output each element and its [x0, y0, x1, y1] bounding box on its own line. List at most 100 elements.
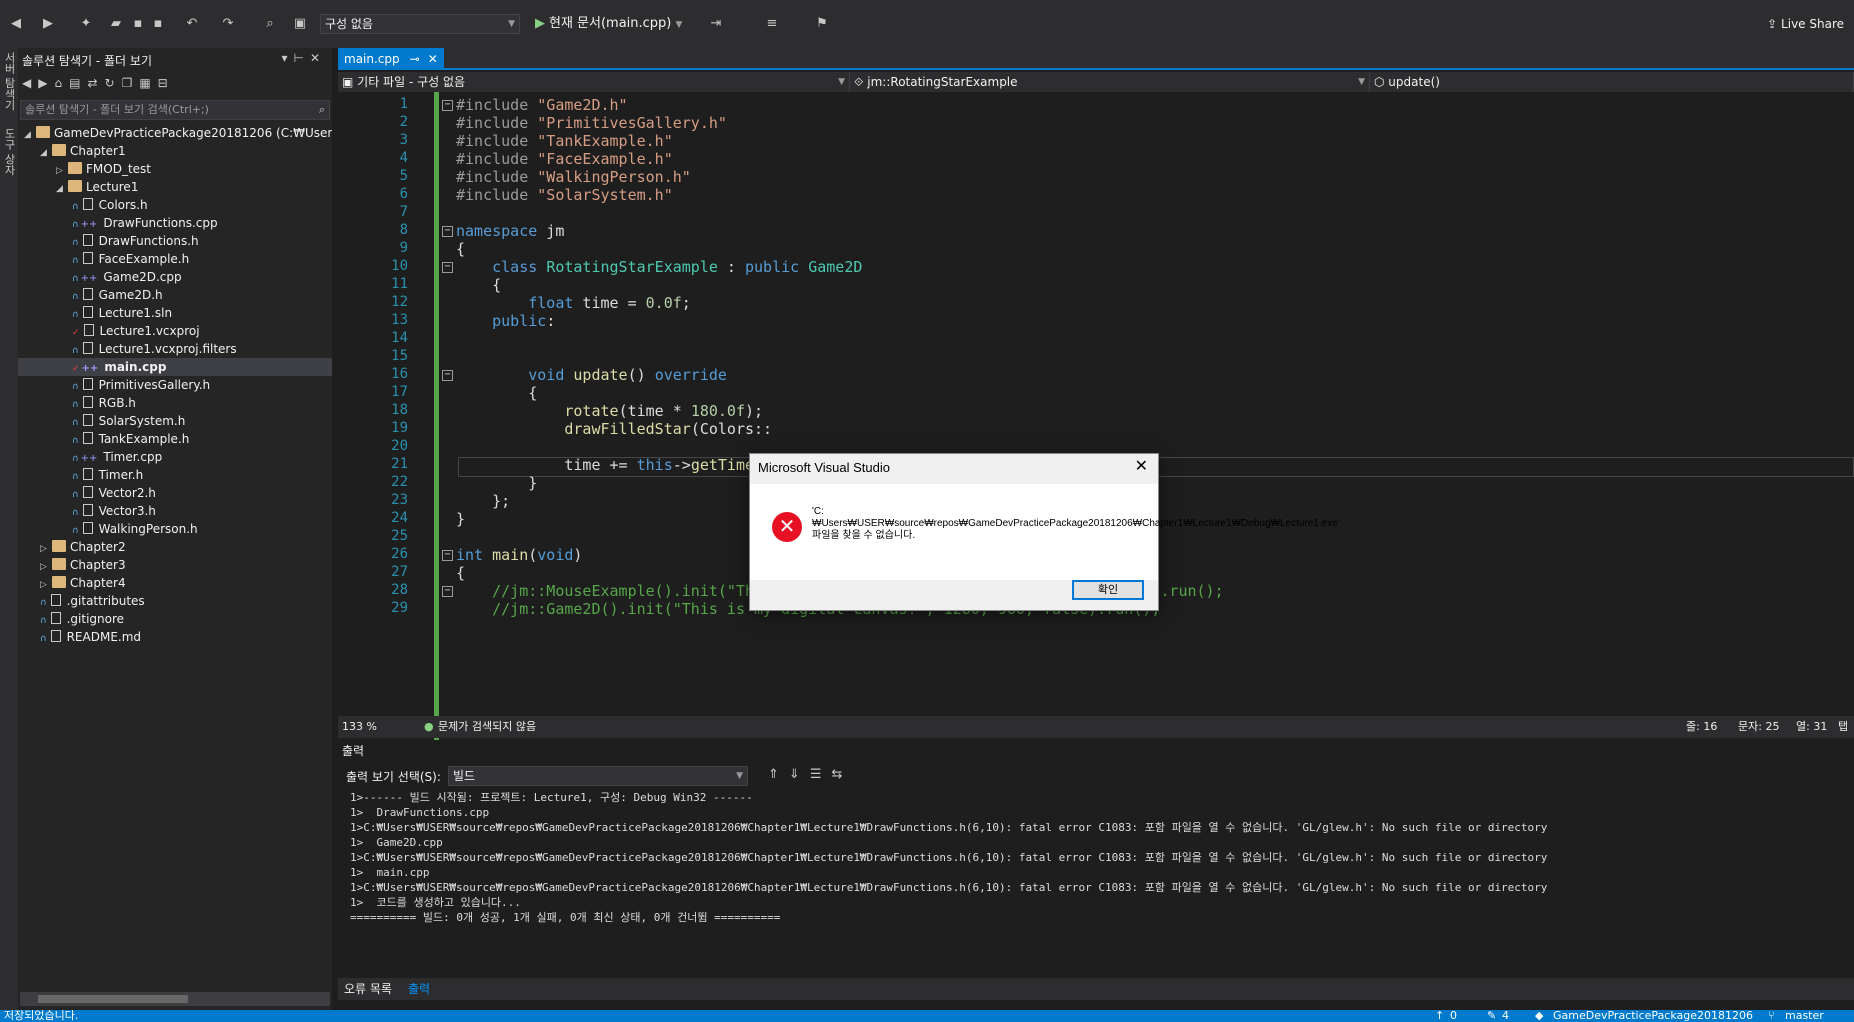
live-share-button[interactable]: ⇪ Live Share: [1767, 17, 1844, 31]
horizontal-scrollbar[interactable]: [20, 992, 330, 1006]
copy-icon[interactable]: ❐: [122, 76, 140, 90]
scrollbar-thumb[interactable]: [38, 995, 188, 1003]
code-line[interactable]: #include "PrimitivesGallery.h": [456, 114, 727, 132]
output-text[interactable]: 1>------ 빌드 시작됨: 프로젝트: Lecture1, 구성: Deb…: [350, 790, 1850, 925]
bookmark-icon[interactable]: ⚑: [814, 16, 830, 32]
branch-name[interactable]: master: [1785, 1010, 1824, 1022]
pin-icon[interactable]: ⊸: [410, 52, 420, 66]
tree-folder[interactable]: ▷ FMOD_test: [18, 160, 332, 178]
push-icon[interactable]: ↑: [1435, 1010, 1444, 1022]
tree-file[interactable]: ∩ .gitattributes: [18, 592, 332, 610]
code-line[interactable]: drawFilledStar(Colors::: [456, 420, 772, 438]
scope-dropdown[interactable]: ⟐ jm::RotatingStarExample ▼: [850, 72, 1370, 92]
output-source-select[interactable]: 빌드 ▼: [448, 766, 748, 786]
refresh-icon[interactable]: ↻: [105, 76, 122, 90]
code-line[interactable]: time += this->getTimeS: [456, 456, 763, 474]
tree-folder[interactable]: ▷ Chapter2: [18, 538, 332, 556]
save-all-icon[interactable]: ▪: [150, 16, 166, 32]
tab-error-list[interactable]: 오류 목록: [344, 980, 392, 997]
home-icon[interactable]: ⌂: [54, 76, 69, 90]
expanded-arrow-icon[interactable]: ◢: [40, 144, 52, 160]
dropdown-icon[interactable]: ▾: [281, 51, 293, 65]
code-line[interactable]: #include "WalkingPerson.h": [456, 168, 691, 186]
tree-file[interactable]: ∩ PrimitivesGallery.h: [18, 376, 332, 394]
collapsed-arrow-icon[interactable]: ▷: [40, 558, 52, 574]
collapse-region-icon[interactable]: −: [442, 550, 453, 561]
toolbox-tab[interactable]: 도구 상자: [1, 128, 17, 176]
next-message-icon[interactable]: ⇓: [789, 767, 810, 782]
prev-message-icon[interactable]: ⇑: [768, 767, 789, 782]
code-line[interactable]: };: [456, 492, 510, 510]
new-project-icon[interactable]: ✦: [78, 16, 94, 32]
sync-icon[interactable]: ⇄: [87, 76, 104, 90]
code-line[interactable]: {: [456, 384, 537, 402]
word-wrap-icon[interactable]: ⇆: [831, 767, 852, 782]
back-icon[interactable]: ◀: [8, 16, 24, 32]
tree-file[interactable]: ∩ Lecture1.sln: [18, 304, 332, 322]
show-all-icon[interactable]: ▦: [139, 76, 157, 90]
save-icon[interactable]: ▪: [130, 16, 146, 32]
tree-folder[interactable]: ▷ Chapter4: [18, 574, 332, 592]
tree-file[interactable]: ∩ FaceExample.h: [18, 250, 332, 268]
collapse-region-icon[interactable]: −: [442, 586, 453, 597]
tree-file[interactable]: ∩ Colors.h: [18, 196, 332, 214]
collapsed-arrow-icon[interactable]: ▷: [40, 540, 52, 556]
tree-file[interactable]: ∩ DrawFunctions.h: [18, 232, 332, 250]
repo-name[interactable]: GameDevPracticePackage20181206: [1553, 1010, 1753, 1022]
tab-main-cpp[interactable]: main.cpp ⊸ ✕: [338, 48, 444, 70]
tree-file[interactable]: ∩ Vector3.h: [18, 502, 332, 520]
code-line[interactable]: namespace jm: [456, 222, 564, 240]
tree-file[interactable]: ∩ Game2D.h: [18, 286, 332, 304]
close-icon[interactable]: ✕: [310, 51, 326, 65]
open-folder-icon[interactable]: ▰: [108, 16, 124, 32]
tree-file[interactable]: ∩ .gitignore: [18, 610, 332, 628]
step-icon[interactable]: ⇥: [708, 16, 724, 32]
collapse-region-icon[interactable]: −: [442, 262, 453, 273]
code-line[interactable]: #include "TankExample.h": [456, 132, 673, 150]
code-line[interactable]: }: [456, 474, 537, 492]
tree-folder[interactable]: ◢ Chapter1: [18, 142, 332, 160]
tree-file[interactable]: ∩ ++ Game2D.cpp: [18, 268, 332, 286]
tree-file[interactable]: ✓ Lecture1.vcxproj: [18, 322, 332, 340]
start-debug-button[interactable]: ▶ 현재 문서(main.cpp) ▼: [535, 14, 682, 34]
collapsed-arrow-icon[interactable]: ▷: [56, 162, 68, 178]
code-line[interactable]: {: [456, 276, 501, 294]
code-line[interactable]: rotate(time * 180.0f);: [456, 402, 763, 420]
align-icon[interactable]: ≡: [764, 16, 780, 32]
issues-status[interactable]: 문제가 검색되지 않음: [438, 716, 536, 738]
find-icon[interactable]: ⌕: [262, 16, 278, 32]
project-dropdown[interactable]: ▣ 기타 파일 - 구성 없음 ▼: [338, 72, 850, 92]
zoom-level[interactable]: 133 %: [342, 716, 377, 738]
code-line[interactable]: int main(void): [456, 546, 582, 564]
push-count[interactable]: 0: [1450, 1010, 1457, 1022]
collapse-region-icon[interactable]: −: [442, 370, 453, 381]
code-line[interactable]: {: [456, 240, 465, 258]
tree-file[interactable]: ∩ Timer.h: [18, 466, 332, 484]
code-line[interactable]: void update() override: [456, 366, 727, 384]
ok-button[interactable]: 확인: [1072, 580, 1144, 600]
collapsed-arrow-icon[interactable]: ▷: [40, 576, 52, 592]
switch-views-icon[interactable]: ▤: [69, 76, 87, 90]
changes-count[interactable]: 4: [1502, 1010, 1509, 1022]
code-line[interactable]: }: [456, 510, 465, 528]
close-icon[interactable]: ✕: [1135, 456, 1148, 475]
undo-icon[interactable]: ↶: [184, 16, 200, 32]
code-line[interactable]: #include "SolarSystem.h": [456, 186, 673, 204]
window-icon[interactable]: ▣: [292, 16, 308, 32]
forward-icon[interactable]: ▶: [40, 16, 56, 32]
tree-file[interactable]: ∩ TankExample.h: [18, 430, 332, 448]
back-icon[interactable]: ◀: [22, 76, 38, 90]
tree-file[interactable]: ∩ Vector2.h: [18, 484, 332, 502]
forward-icon[interactable]: ▶: [38, 76, 54, 90]
tree-file[interactable]: ∩ ++ DrawFunctions.cpp: [18, 214, 332, 232]
explorer-search-input[interactable]: 솔루션 탐색기 - 폴더 보기 검색(Ctrl+;) ⌕: [20, 100, 330, 120]
code-line[interactable]: float time = 0.0f;: [456, 294, 691, 312]
tree-folder[interactable]: ◢ Lecture1: [18, 178, 332, 196]
tab-output[interactable]: 출력: [408, 980, 430, 997]
code-line[interactable]: #include "FaceExample.h": [456, 150, 673, 168]
solution-config-select[interactable]: 구성 없음 ▼: [320, 14, 520, 34]
collapse-region-icon[interactable]: −: [442, 226, 453, 237]
member-dropdown[interactable]: ⬡ update(): [1370, 72, 1854, 92]
expanded-arrow-icon[interactable]: ◢: [56, 180, 68, 196]
tree-file[interactable]: ✓ ++ main.cpp: [18, 358, 332, 376]
